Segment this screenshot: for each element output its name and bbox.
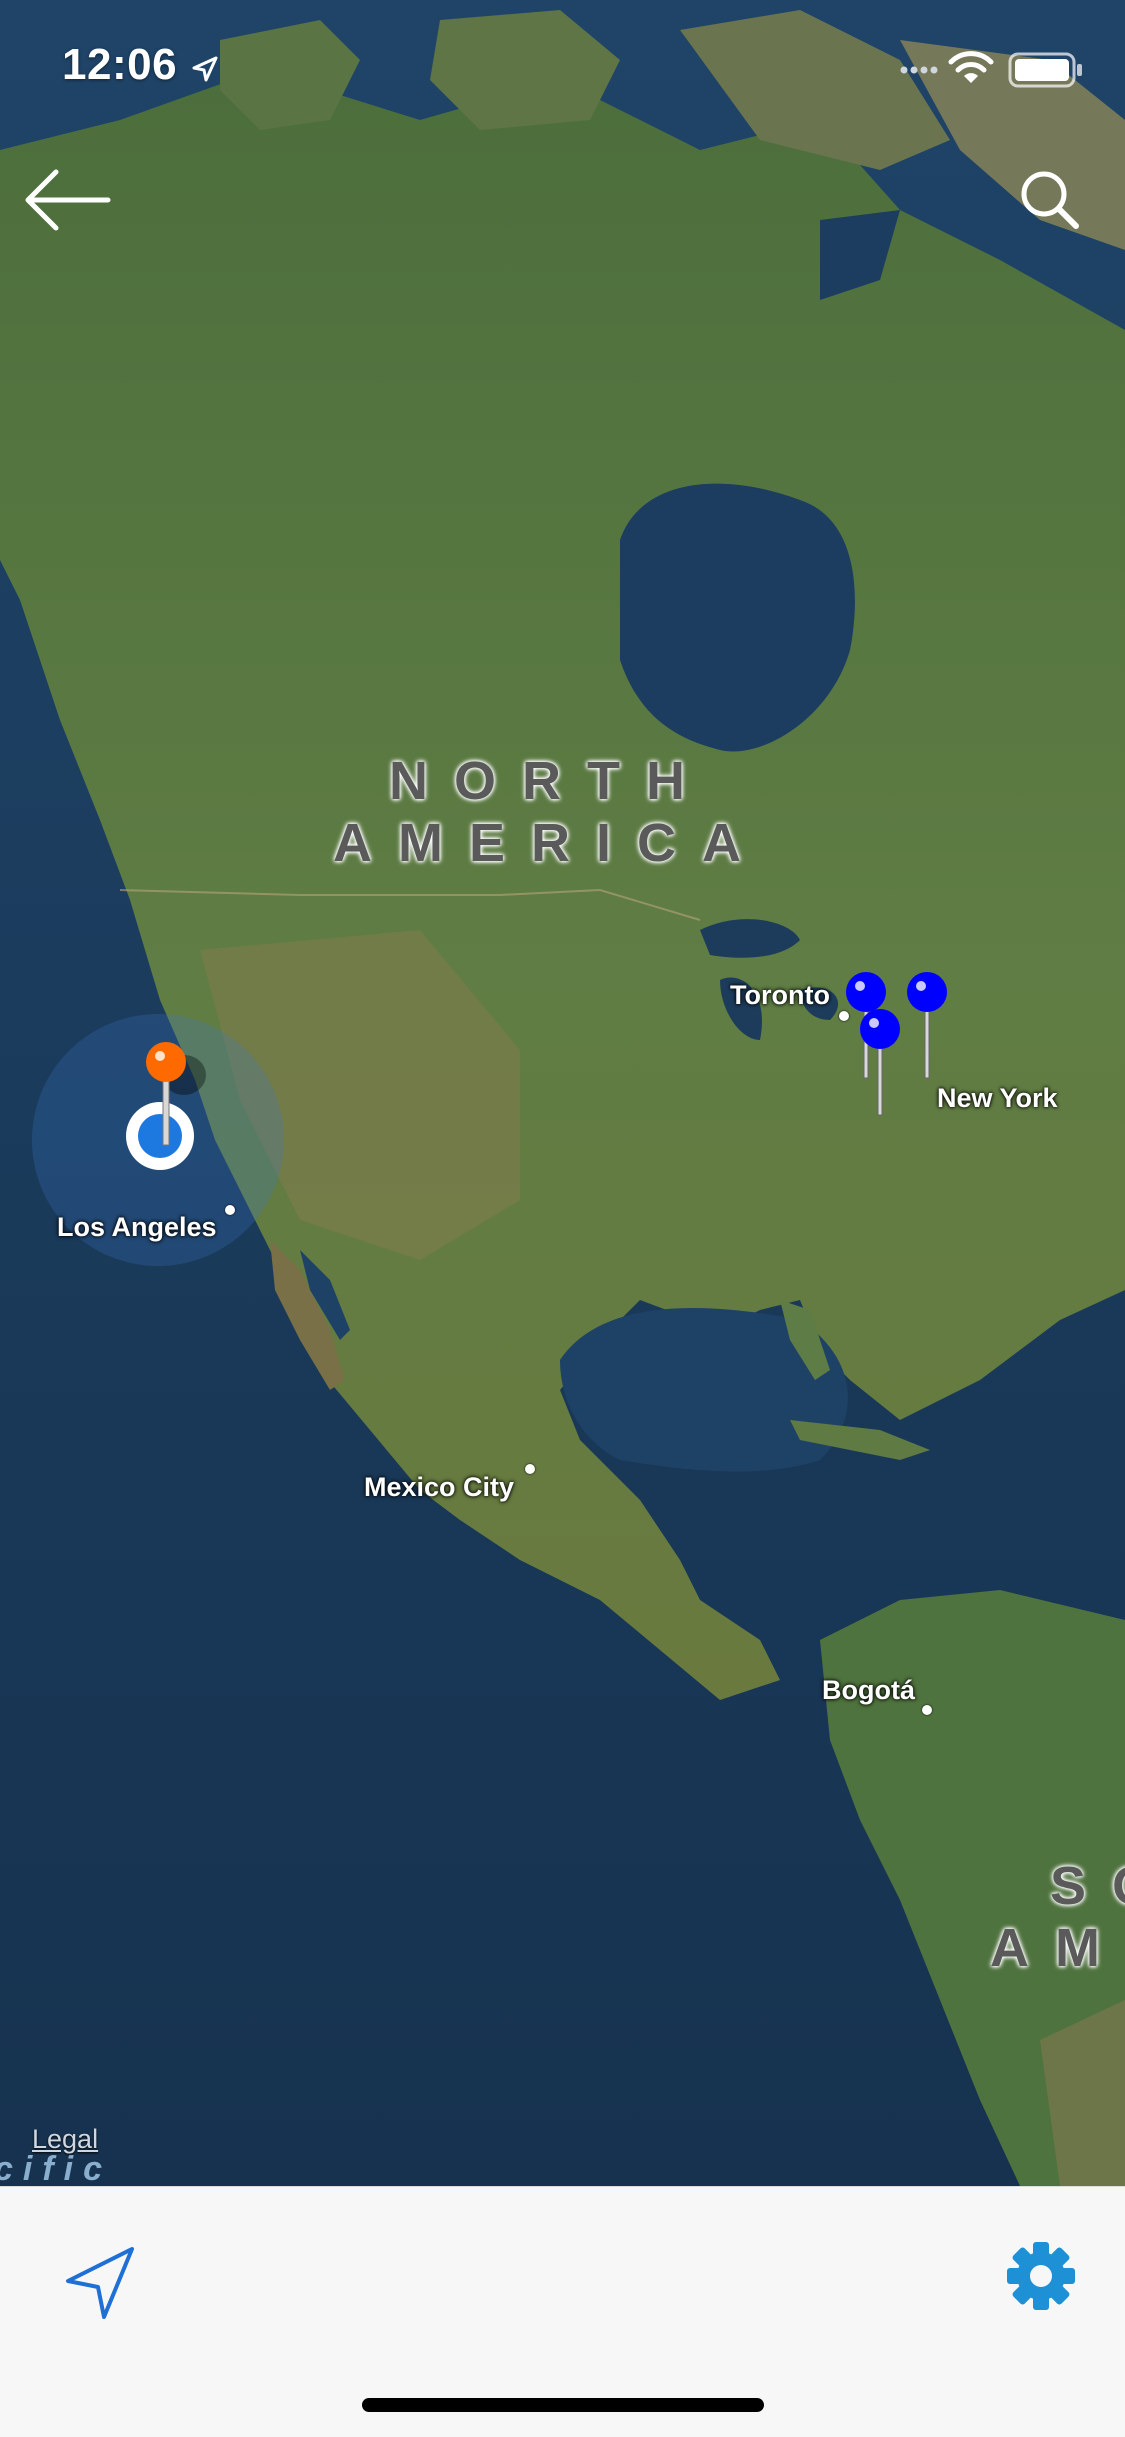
status-bar: 12:06 bbox=[0, 0, 1125, 130]
wifi-icon bbox=[948, 51, 994, 83]
signal-icon bbox=[900, 66, 938, 74]
navigation-button[interactable] bbox=[60, 2237, 150, 2327]
navigation-arrow-icon bbox=[66, 2247, 134, 2319]
search-button[interactable] bbox=[1010, 160, 1090, 240]
search-icon bbox=[1021, 171, 1079, 229]
home-indicator[interactable] bbox=[362, 2398, 764, 2412]
city-label-bogota[interactable]: Bogotá bbox=[822, 1675, 915, 1706]
status-time: 12:06 bbox=[62, 40, 178, 89]
continent-line2: AM bbox=[990, 1918, 1125, 1978]
legal-link[interactable]: Legal bbox=[32, 2124, 98, 2155]
continent-line1: NORTH bbox=[389, 751, 711, 811]
city-label-mexico-city[interactable]: Mexico City bbox=[364, 1472, 514, 1503]
map-view[interactable]: NORTH AMERICA SO AM Toronto New York Los… bbox=[0, 0, 1125, 2186]
location-arrow-icon bbox=[192, 56, 218, 82]
city-label-los-angeles[interactable]: Los Angeles bbox=[57, 1212, 217, 1243]
city-dot-los-angeles bbox=[225, 1205, 235, 1215]
map-pin-blue-2[interactable] bbox=[856, 1005, 906, 1119]
battery-icon bbox=[1008, 52, 1082, 88]
back-button[interactable] bbox=[20, 160, 120, 240]
city-dot-mexico-city bbox=[525, 1464, 535, 1474]
bottom-toolbar bbox=[0, 2186, 1125, 2437]
settings-button[interactable] bbox=[996, 2231, 1086, 2321]
continent-label-south-america: SO AM bbox=[990, 1855, 1125, 1979]
city-dot-bogota bbox=[922, 1705, 932, 1715]
city-label-toronto[interactable]: Toronto bbox=[730, 980, 830, 1011]
continent-line1: SO bbox=[1050, 1856, 1125, 1916]
continent-line2: AMERICA bbox=[333, 813, 767, 873]
ocean-label-fragment: cific bbox=[0, 2150, 113, 2186]
gear-icon bbox=[1007, 2242, 1075, 2310]
map-pin-blue-3[interactable] bbox=[903, 968, 953, 1082]
map-pin-orange[interactable] bbox=[136, 1030, 206, 1150]
continent-label-north-america: NORTH AMERICA bbox=[320, 750, 780, 874]
back-arrow-icon bbox=[25, 169, 111, 231]
city-label-new-york[interactable]: New York bbox=[937, 1083, 1058, 1114]
